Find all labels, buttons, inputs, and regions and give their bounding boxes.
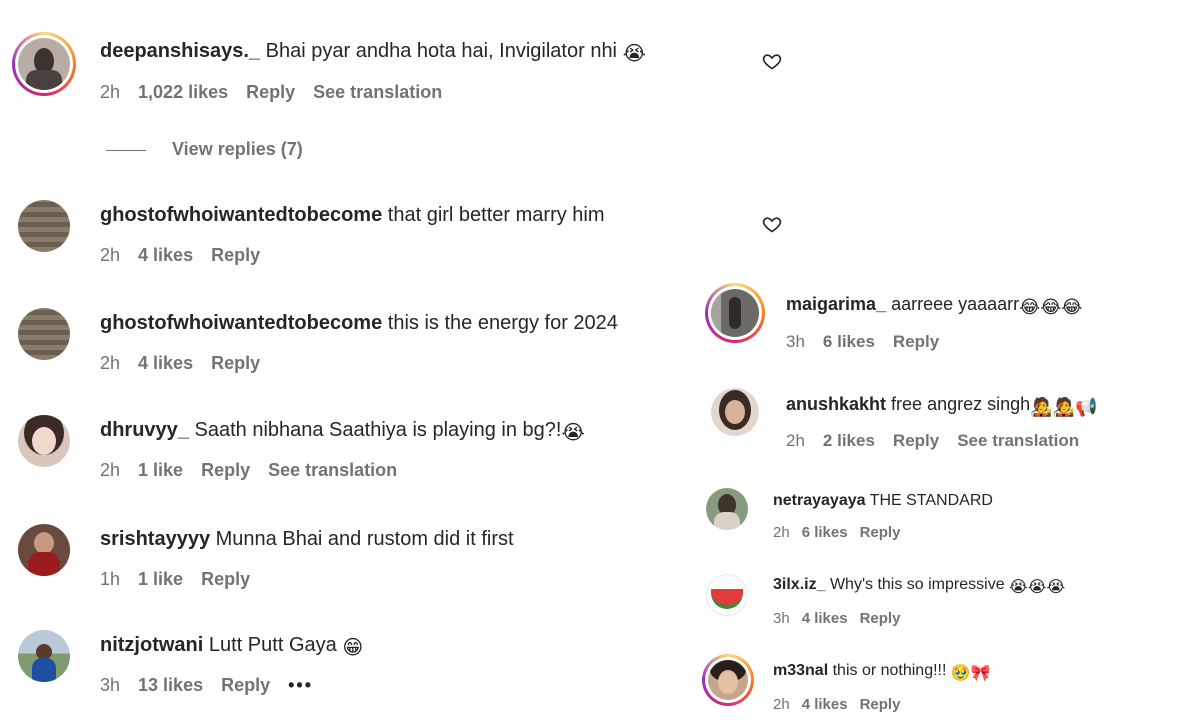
comment-likes[interactable]: 6 likes: [802, 524, 848, 541]
comment-likes[interactable]: 4 likes: [802, 610, 848, 627]
view-replies-label: View replies (7): [172, 139, 303, 159]
avatar[interactable]: [18, 524, 70, 576]
emoji-crying: 😭: [561, 422, 585, 444]
comment-username[interactable]: m33nal: [773, 662, 828, 679]
comment-item: anushkakht free angrez singh🧑‍🎤🧑‍🎤📢 2h 2 …: [700, 382, 1190, 462]
comment-likes[interactable]: 4 likes: [802, 696, 848, 713]
comment-text: Why's this so impressive: [829, 576, 1005, 593]
reply-button[interactable]: Reply: [211, 245, 260, 265]
emoji-grinning: 😁: [342, 637, 364, 659]
comment-username[interactable]: ghostofwhoiwantedtobecome: [100, 204, 382, 226]
comment-item: nitzjotwani Lutt Putt Gaya 😁 3h 13 likes R…: [0, 622, 700, 712]
see-translation-button[interactable]: See translation: [957, 431, 1079, 450]
comment-item: srishtayyyy Munna Bhai and rustom did it…: [0, 514, 700, 604]
reply-button[interactable]: Reply: [893, 431, 939, 450]
comment-username[interactable]: netrayayaya: [773, 492, 866, 509]
comment-username[interactable]: deepanshisays._: [100, 40, 260, 62]
comment-text: Bhai pyar andha hota hai, Invigilator nh…: [265, 40, 618, 62]
comment-text: aarreee yaaaarr: [891, 294, 1020, 314]
comment-time: 3h: [786, 332, 805, 351]
avatar[interactable]: [706, 488, 748, 530]
reply-button[interactable]: Reply: [860, 696, 901, 713]
reply-button[interactable]: Reply: [893, 332, 939, 351]
comment-text: THE STANDARD: [869, 492, 993, 509]
avatar-story-ring[interactable]: [12, 32, 76, 96]
comment-username[interactable]: maigarima_: [786, 294, 886, 314]
comment-username[interactable]: dhruvyy_: [100, 419, 189, 441]
comment-text: Saath nibhana Saathiya is playing in bg?…: [194, 419, 562, 441]
view-replies-button[interactable]: View replies (7): [106, 139, 303, 160]
avatar: [18, 38, 70, 90]
comment-time: 1h: [100, 569, 121, 589]
comment-likes[interactable]: 13 likes: [138, 675, 203, 695]
avatar: [708, 660, 748, 700]
comment-time: 2h: [100, 82, 121, 102]
comment-text: Munna Bhai and rustom did it first: [215, 528, 514, 550]
comment-time: 2h: [773, 696, 790, 713]
more-options-icon[interactable]: •••: [288, 675, 313, 695]
reply-button[interactable]: Reply: [860, 610, 901, 627]
comment-item: maigarima_ aarreee yaaaarr😂😂😂 3h 6 likes R…: [700, 280, 1190, 370]
reply-button[interactable]: Reply: [246, 82, 295, 102]
comment-text: free angrez singh: [891, 394, 1031, 414]
replies-divider-line: [106, 149, 146, 151]
see-translation-button[interactable]: See translation: [268, 460, 397, 480]
reply-button[interactable]: Reply: [201, 460, 250, 480]
comment-item: ghostofwhoiwantedtobecome this is the en…: [0, 298, 700, 388]
comment-time: 2h: [100, 245, 121, 265]
comment-likes[interactable]: 1 like: [138, 569, 183, 589]
comment-time: 2h: [773, 524, 790, 541]
comment-likes[interactable]: 1 like: [138, 460, 183, 480]
reply-button[interactable]: Reply: [211, 353, 260, 373]
avatar-story-ring[interactable]: [705, 283, 765, 343]
reply-button[interactable]: Reply: [201, 569, 250, 589]
comment-time: 2h: [100, 460, 121, 480]
comment-username[interactable]: ghostofwhoiwantedtobecome: [100, 312, 382, 334]
see-translation-button[interactable]: See translation: [313, 82, 442, 102]
comment-time: 2h: [786, 431, 805, 450]
like-heart-icon[interactable]: [762, 51, 782, 71]
comment-item: netrayayaya THE STANDARD 2h 6 likes Reply: [700, 482, 1190, 552]
comment-item: m33nal this or nothing!!! 🥹🎀 2h 4 likes Re…: [700, 652, 1190, 720]
comment-likes[interactable]: 4 likes: [138, 245, 193, 265]
comment-text: that girl better marry him: [387, 204, 605, 226]
comment-item: 3ilx.iz_ Why's this so impressive 😭😭😭 3h…: [700, 568, 1190, 638]
avatar: [711, 289, 759, 337]
comment-likes[interactable]: 1,022 likes: [138, 82, 228, 102]
avatar[interactable]: [711, 388, 759, 436]
comment-item: dhruvyy_ Saath nibhana Saathiya is playi…: [0, 405, 700, 495]
avatar[interactable]: [18, 630, 70, 682]
comment-username[interactable]: anushkakht: [786, 394, 886, 414]
comment-time: 3h: [773, 610, 790, 627]
comment-text: this is the energy for 2024: [387, 312, 618, 334]
emoji-laughing: 😂😂😂: [1019, 297, 1083, 317]
emoji-pleading-ribbon: 🥹🎀: [950, 665, 991, 682]
comment-likes[interactable]: 2 likes: [823, 431, 875, 450]
avatar-story-ring[interactable]: [702, 654, 754, 706]
avatar[interactable]: [18, 415, 70, 467]
comment-username[interactable]: 3ilx.iz_: [773, 576, 825, 593]
comment-likes[interactable]: 6 likes: [823, 332, 875, 351]
comment-time: 3h: [100, 675, 121, 695]
emoji-crying: 😭: [622, 43, 646, 65]
comment-text: this or nothing!!!: [832, 662, 947, 679]
emoji-crying: 😭😭😭: [1009, 579, 1066, 596]
comment-time: 2h: [100, 353, 121, 373]
comment-item: ghostofwhoiwantedtobecome that girl bett…: [0, 190, 782, 280]
reply-button[interactable]: Reply: [221, 675, 270, 695]
comment-text: Lutt Putt Gaya: [208, 634, 337, 656]
emoji-singer-megaphone: 🧑‍🎤🧑‍🎤📢: [1030, 397, 1098, 417]
like-heart-icon[interactable]: [762, 214, 782, 234]
comment-item: deepanshisays._ Bhai pyar andha hota hai…: [0, 0, 782, 120]
avatar[interactable]: [18, 200, 70, 252]
reply-button[interactable]: Reply: [860, 524, 901, 541]
comment-username[interactable]: nitzjotwani: [100, 634, 203, 656]
comment-likes[interactable]: 4 likes: [138, 353, 193, 373]
avatar[interactable]: [706, 574, 748, 616]
avatar[interactable]: [18, 308, 70, 360]
comment-username[interactable]: srishtayyyy: [100, 528, 210, 550]
